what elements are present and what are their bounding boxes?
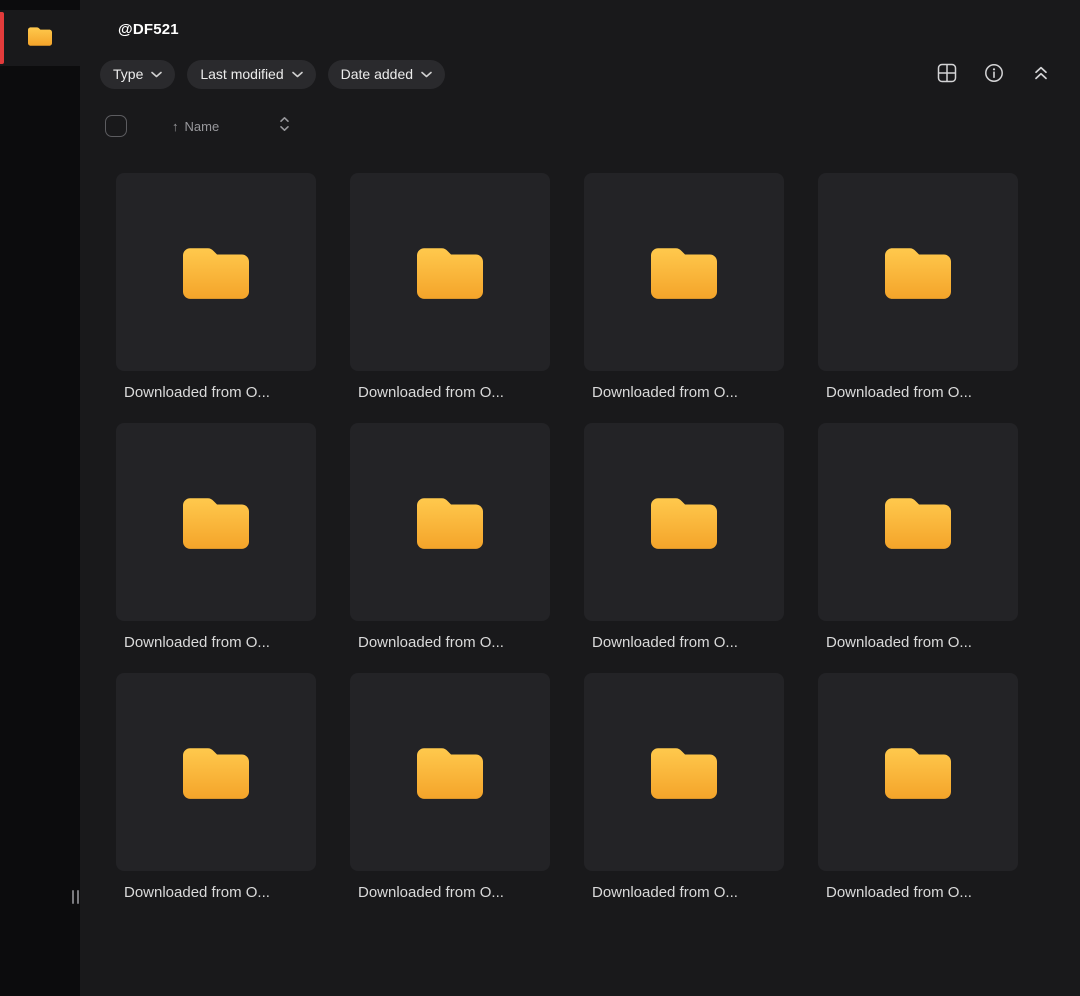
- chevron-down-icon: [421, 71, 432, 78]
- folder-icon: [183, 245, 249, 299]
- folder-icon: [183, 495, 249, 549]
- folder-card[interactable]: [350, 173, 550, 371]
- chevrons-up-icon: [1032, 64, 1050, 85]
- folder-name[interactable]: Downloaded from O...: [584, 384, 784, 401]
- filter-last-modified[interactable]: Last modified: [187, 60, 315, 89]
- folder-card[interactable]: [818, 173, 1018, 371]
- folder-card[interactable]: [350, 673, 550, 871]
- filter-chips: Type Last modified Date added: [100, 60, 445, 89]
- folder-card[interactable]: [116, 673, 316, 871]
- folder-card[interactable]: [584, 423, 784, 621]
- folder-name[interactable]: Downloaded from O...: [818, 884, 1018, 901]
- grid-item: Downloaded from O...: [116, 673, 316, 901]
- grid-item: Downloaded from O...: [350, 423, 550, 651]
- app-window: @DF521 Type Last modified Date added: [0, 0, 1080, 996]
- info-button[interactable]: [983, 64, 1005, 86]
- grid-item: Downloaded from O...: [584, 173, 784, 401]
- chevron-down-icon: [151, 71, 162, 78]
- sort-ascending-icon: ↑: [172, 120, 179, 133]
- folder-icon: [28, 26, 52, 51]
- folder-name[interactable]: Downloaded from O...: [116, 384, 316, 401]
- sort-selector[interactable]: [279, 116, 290, 137]
- folder-icon: [651, 245, 717, 299]
- grid-view-icon: [937, 63, 957, 86]
- toolbar-actions: [936, 64, 1052, 86]
- folder-card[interactable]: [350, 423, 550, 621]
- folder-icon: [651, 495, 717, 549]
- filter-date-added-label: Date added: [341, 66, 413, 82]
- main-content: @DF521 Type Last modified Date added: [80, 0, 1080, 996]
- up-down-chevrons-icon: [279, 116, 290, 137]
- folder-icon: [651, 745, 717, 799]
- folder-icon: [885, 245, 951, 299]
- folder-card[interactable]: [584, 673, 784, 871]
- sidebar-item-folder[interactable]: [0, 10, 80, 66]
- folder-icon: [417, 745, 483, 799]
- folder-card[interactable]: [818, 423, 1018, 621]
- sidebar-resize-handle[interactable]: [72, 890, 79, 904]
- folder-card[interactable]: [584, 173, 784, 371]
- select-all-checkbox[interactable]: [105, 115, 127, 137]
- folder-grid: Downloaded from O... Downloaded from O..…: [116, 173, 1052, 901]
- folder-card[interactable]: [116, 173, 316, 371]
- grid-item: Downloaded from O...: [350, 173, 550, 401]
- folder-icon: [885, 745, 951, 799]
- folder-name[interactable]: Downloaded from O...: [116, 634, 316, 651]
- grid-item: Downloaded from O...: [116, 173, 316, 401]
- folder-icon: [417, 495, 483, 549]
- folder-name[interactable]: Downloaded from O...: [584, 634, 784, 651]
- grid-item: Downloaded from O...: [116, 423, 316, 651]
- filter-type-label: Type: [113, 66, 143, 82]
- sort-control[interactable]: ↑ Name: [172, 119, 219, 134]
- grid-item: Downloaded from O...: [584, 673, 784, 901]
- folder-card[interactable]: [116, 423, 316, 621]
- folder-name[interactable]: Downloaded from O...: [350, 384, 550, 401]
- filter-last-modified-label: Last modified: [200, 66, 283, 82]
- folder-card[interactable]: [818, 673, 1018, 871]
- page-title: @DF521: [118, 21, 1052, 38]
- filter-date-added[interactable]: Date added: [328, 60, 445, 89]
- grid-item: Downloaded from O...: [818, 173, 1018, 401]
- folder-name[interactable]: Downloaded from O...: [818, 634, 1018, 651]
- grid-view-button[interactable]: [936, 64, 958, 86]
- list-controls: ↑ Name: [105, 115, 1052, 137]
- folder-name[interactable]: Downloaded from O...: [350, 634, 550, 651]
- grid-item: Downloaded from O...: [818, 673, 1018, 901]
- filter-type[interactable]: Type: [100, 60, 175, 89]
- chevron-down-icon: [292, 71, 303, 78]
- folder-name[interactable]: Downloaded from O...: [350, 884, 550, 901]
- folder-name[interactable]: Downloaded from O...: [116, 884, 316, 901]
- toolbar: Type Last modified Date added: [100, 60, 1052, 89]
- info-icon: [984, 63, 1004, 86]
- active-indicator: [0, 12, 4, 64]
- folder-icon: [183, 745, 249, 799]
- folder-icon: [885, 495, 951, 549]
- folder-icon: [417, 245, 483, 299]
- sidebar: [0, 0, 80, 996]
- folder-name[interactable]: Downloaded from O...: [584, 884, 784, 901]
- collapse-button[interactable]: [1030, 64, 1052, 86]
- grid-item: Downloaded from O...: [818, 423, 1018, 651]
- sort-label: Name: [185, 119, 220, 134]
- folder-name[interactable]: Downloaded from O...: [818, 384, 1018, 401]
- grid-item: Downloaded from O...: [350, 673, 550, 901]
- grid-item: Downloaded from O...: [584, 423, 784, 651]
